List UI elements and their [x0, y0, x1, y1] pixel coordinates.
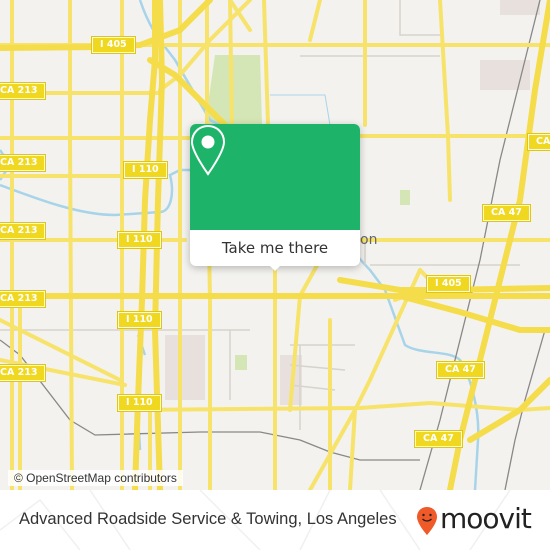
- highway-shield-ca213: CA 213: [0, 290, 47, 308]
- highway-shield-i110: I 110: [123, 161, 168, 179]
- highway-shield-ca213: CA 213: [0, 82, 47, 100]
- popup-header: [190, 124, 360, 230]
- place-label: on: [360, 232, 378, 248]
- highway-shield-ca47: CA 47: [527, 133, 550, 151]
- highway-shield-ca213: CA 213: [0, 154, 47, 172]
- highway-shield-i110: I 110: [117, 231, 162, 249]
- highway-shield-i110: I 110: [117, 394, 162, 412]
- take-me-there-button[interactable]: Take me there: [190, 230, 360, 266]
- footer-bar: Advanced Roadside Service & Towing, Los …: [0, 490, 550, 550]
- highway-shield-i405: I 405: [426, 275, 471, 293]
- landuse-area: [480, 60, 530, 90]
- highway-shield-ca213: CA 213: [0, 222, 47, 240]
- map-attribution[interactable]: © OpenStreetMap contributors: [8, 470, 183, 486]
- landuse-area: [500, 0, 540, 15]
- highway-shield-i110: I 110: [117, 311, 162, 329]
- highway-shield-ca47: CA 47: [482, 204, 531, 222]
- destination-popup: Take me there: [190, 124, 360, 271]
- landuse-area: [165, 335, 205, 400]
- highway-shield-i405: I 405: [91, 36, 136, 54]
- place-title: Advanced Roadside Service & Towing, Los …: [19, 510, 397, 528]
- highway-shield-ca213: CA 213: [0, 364, 47, 382]
- popup-pointer: [268, 264, 282, 271]
- park-area: [235, 355, 247, 370]
- park-area: [400, 190, 410, 205]
- highway-shield-ca47: CA 47: [436, 361, 485, 379]
- moovit-smile-pin-icon: [417, 507, 437, 535]
- moovit-wordmark: moovit: [440, 502, 532, 535]
- map-view[interactable]: I 405 CA 213 CA 213 CA 213 CA 213 CA 213…: [0, 0, 550, 490]
- location-pin-icon: [190, 124, 226, 176]
- highway-shield-ca47: CA 47: [414, 430, 463, 448]
